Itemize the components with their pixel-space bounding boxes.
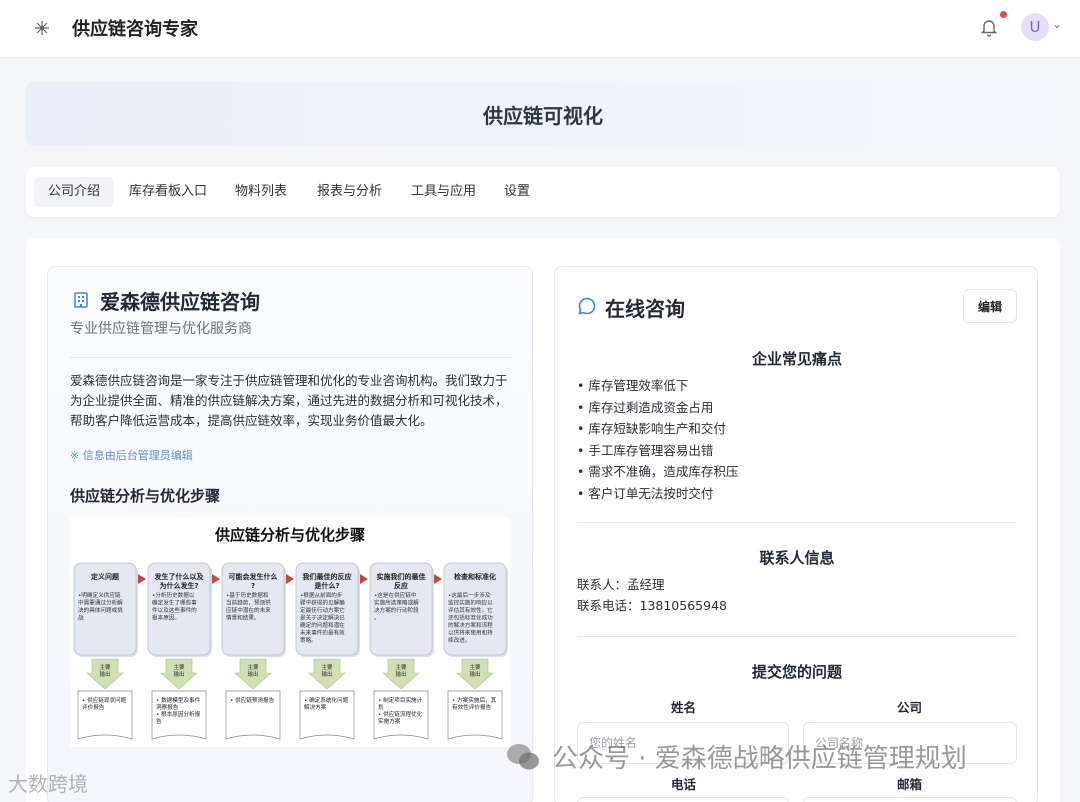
avatar[interactable]: U [1021, 13, 1049, 41]
notification-badge [1000, 11, 1007, 18]
arrow-icon [286, 574, 294, 584]
phone-label: 电话 [671, 777, 697, 792]
bell-icon[interactable] [980, 17, 1000, 39]
contact-person: 联系人：孟经理 [577, 577, 665, 592]
list-item: • 需求不准确，造成库存积压 [577, 464, 739, 479]
steps-section-title: 供应链分析与优化步骤 [70, 487, 221, 505]
admin-note: ※ 信息由后台管理员编辑 [70, 449, 193, 462]
company-subtitle: 专业供应链管理与优化服务商 [70, 321, 252, 337]
consult-card: 在线咨询 编辑 企业常见痛点 • 库存管理效率低下 • 库存过剩造成资金占用 •… [554, 266, 1038, 802]
output-label: 主要输出 [321, 663, 333, 678]
tab-reports[interactable]: 报表与分析 [303, 177, 396, 207]
pain-points-list: • 库存管理效率低下 • 库存过剩造成资金占用 • 库存短缺影响生产和交付 • … [577, 375, 738, 504]
steps-diagram-svg: 供应链分析与优化步骤定义问题•明确定义供应链中需要通过分析解决的具体问题或挑战主… [73, 526, 508, 740]
step-title: 检查和标准化 [454, 572, 496, 581]
contact-info: 联系人：孟经理 联系电话：13810565948 [577, 574, 727, 616]
edit-button[interactable]: 编辑 [963, 289, 1017, 323]
step-title: 定义问题 [91, 572, 120, 581]
arrow-icon [360, 574, 368, 584]
chevron-down-icon[interactable]: ⌄ [1052, 17, 1062, 31]
steps-diagram: 供应链分析与优化步骤 定义问题 •明确定义供应链中需要通过分析解决的具体问题或挑战主… [70, 517, 510, 747]
email-input[interactable] [803, 797, 1017, 802]
corner-watermark: 大数跨境 [8, 772, 88, 796]
logo-icon[interactable] [28, 14, 56, 42]
form-title: 提交您的问题 [751, 663, 842, 681]
company-card: 爱森德供应链咨询 专业供应链管理与优化服务商 爱森德供应链咨询是一家专注于供应链… [47, 266, 533, 802]
phone-input[interactable] [577, 797, 789, 802]
diagram-title: 供应链分析与优化步骤 [214, 526, 365, 544]
tab-bar: 公司介绍 库存看板入口 物料列表 报表与分析 工具与应用 设置 [26, 167, 1060, 217]
output-label: 主要输出 [247, 663, 259, 678]
consult-title: 在线咨询 [605, 297, 685, 321]
name-label: 姓名 [671, 700, 697, 715]
tab-material-list[interactable]: 物料列表 [221, 177, 301, 207]
watermark-text: 公众号 · 爱森德战略供应链管理规划 [552, 744, 967, 774]
tab-inventory-dashboard[interactable]: 库存看板入口 [115, 177, 221, 207]
company-description: 爱森德供应链咨询是一家专注于供应链管理和优化的专业咨询机构。我们致力于为企业提供… [70, 373, 508, 428]
tab-tools[interactable]: 工具与应用 [397, 177, 490, 207]
divider [577, 636, 1017, 637]
building-icon [72, 291, 90, 309]
chat-icon [577, 296, 597, 316]
watermark: 公众号 · 爱森德战略供应链管理规划 [506, 738, 967, 775]
output-label: 主要输出 [469, 663, 481, 678]
page-banner: 供应链可视化 [26, 82, 1060, 146]
wechat-icon [507, 743, 539, 769]
divider [70, 357, 512, 358]
output-text: • 方案实施后，其有效性评价报告 [452, 696, 497, 711]
page-title: 供应链可视化 [483, 103, 603, 128]
divider [577, 522, 1017, 523]
output-label: 主要输出 [395, 663, 407, 678]
company-name: 爱森德供应链咨询 [100, 290, 260, 314]
email-label: 邮箱 [897, 777, 923, 792]
list-item: • 库存短缺影响生产和交付 [577, 421, 726, 436]
arrow-icon [138, 574, 146, 584]
app-title: 供应链咨询专家 [72, 19, 198, 40]
tab-company-intro[interactable]: 公司介绍 [34, 177, 115, 207]
contact-phone: 联系电话：13810565948 [577, 598, 727, 613]
list-item: • 手工库存管理容易出错 [577, 442, 714, 458]
arrow-icon [212, 574, 220, 584]
step-body: •这最后一步涉及监控实施的响应以评估其有效性。它还包括标准化成功的解决方案和流程… [448, 591, 493, 644]
output-label: 主要输出 [99, 663, 111, 678]
contact-title: 联系人信息 [759, 549, 835, 567]
output-label: 主要输出 [173, 663, 185, 678]
company-label: 公司 [897, 700, 923, 715]
top-bar: 供应链咨询专家 U ⌄ [0, 0, 1080, 58]
pain-points-title: 企业常见痛点 [751, 350, 842, 368]
step-body: •根据从前面的步骤中获得的见解确定最佳行动方案它是关于决定解决已确定的问题和潜在… [300, 591, 345, 644]
list-item: • 客户订单无法按时交付 [577, 485, 714, 501]
output-text: • 供应链预测报告 [230, 696, 275, 704]
list-item: • 库存过剩造成资金占用 [577, 399, 714, 415]
list-item: • 库存管理效率低下 [577, 378, 689, 393]
tab-settings[interactable]: 设置 [490, 177, 544, 207]
arrow-icon [434, 574, 442, 584]
